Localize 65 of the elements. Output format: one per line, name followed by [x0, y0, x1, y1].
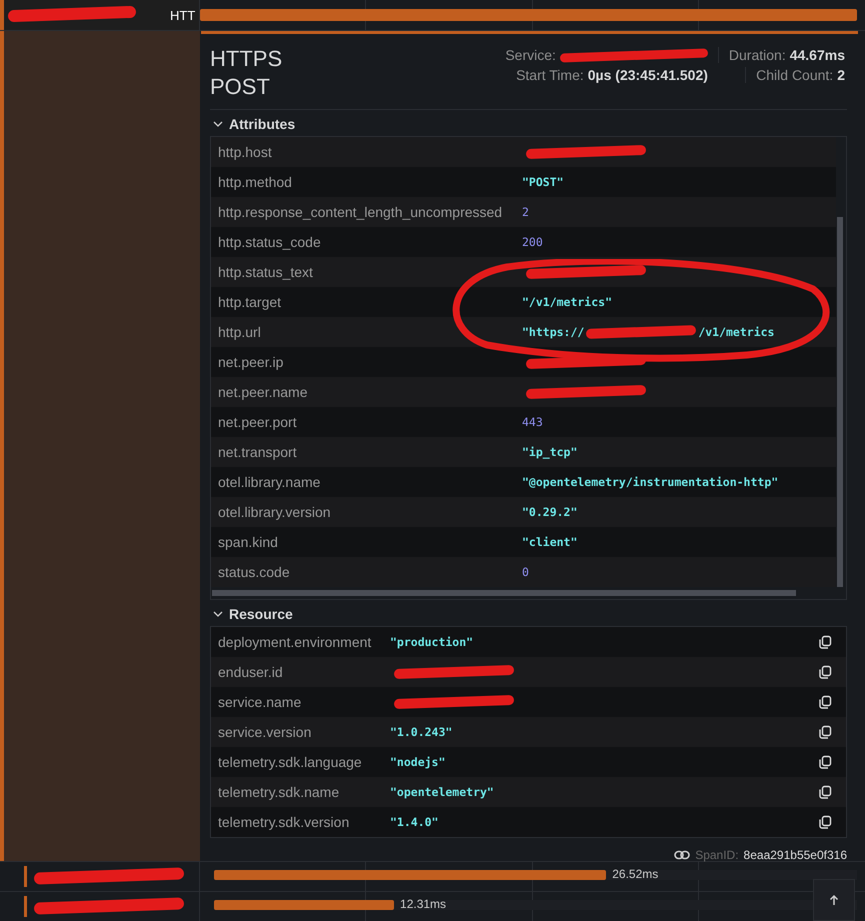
resource-key: telemetry.sdk.version: [211, 814, 390, 830]
copy-icon[interactable]: [818, 785, 832, 799]
span-name: HTT: [170, 8, 196, 22]
section-toggle[interactable]: Resource: [210, 600, 296, 626]
attribute-value: "@opentelemetry/instrumentation-http": [522, 475, 778, 489]
attribute-key: http.host: [211, 144, 522, 160]
resource-value: "nodejs": [390, 755, 446, 769]
copy-icon[interactable]: [818, 695, 832, 709]
attribute-value: "ip_tcp": [522, 445, 578, 459]
attribute-key: http.method: [211, 174, 522, 190]
copy-icon[interactable]: [818, 815, 832, 829]
attribute-key: http.target: [211, 294, 522, 310]
attribute-key: http.response_content_length_uncompressed: [211, 204, 522, 220]
resource-value: "1.4.0": [390, 815, 438, 829]
attribute-key: net.peer.ip: [211, 354, 522, 370]
attribute-value: /v1/metrics: [698, 325, 774, 339]
arrow-up-icon: [829, 894, 839, 906]
copy-icon[interactable]: [818, 725, 832, 739]
span-duration: 26.52ms: [612, 867, 658, 881]
resource-value: "1.0.243": [390, 725, 452, 739]
resource-key: telemetry.sdk.language: [211, 754, 390, 770]
copy-icon[interactable]: [818, 635, 832, 649]
resource-key: enduser.id: [211, 664, 390, 680]
link-icon: [674, 850, 690, 860]
attribute-value: "/v1/metrics": [522, 295, 612, 309]
attribute-key: otel.library.version: [211, 504, 522, 520]
attribute-value: 443: [522, 415, 543, 429]
attribute-key: http.status_code: [211, 234, 522, 250]
chevron-icon: [213, 119, 223, 129]
attribute-value: 0: [522, 565, 529, 579]
meta-value: 2: [837, 67, 845, 83]
resource-key: deployment.environment: [211, 634, 390, 650]
attribute-key: http.url: [211, 324, 522, 340]
resource-value: "production": [390, 635, 474, 649]
span-id-value: 8eaa291b55e0f316: [744, 848, 847, 862]
attribute-value: "https://: [522, 325, 584, 339]
attribute-key: net.peer.name: [211, 384, 522, 400]
resource-key: service.version: [211, 724, 390, 740]
chevron-icon: [213, 609, 223, 619]
meta-label: Duration:: [728, 47, 786, 63]
resource-value: "opentelemetry": [390, 785, 494, 799]
resource-key: telemetry.sdk.name: [211, 784, 390, 800]
span-id-label: SpanID:: [695, 848, 739, 862]
section-toggle[interactable]: Attributes: [210, 110, 298, 136]
attribute-value: "client": [522, 535, 578, 549]
attribute-value: 2: [522, 205, 529, 219]
copy-icon[interactable]: [818, 755, 832, 769]
attribute-value: "0.29.2": [522, 505, 578, 519]
meta-label: Start Time:: [516, 67, 584, 83]
meta-label: Service:: [505, 47, 556, 63]
copy-icon[interactable]: [818, 665, 832, 679]
meta-label: Child Count:: [756, 67, 834, 83]
attribute-value: 200: [522, 235, 543, 249]
attribute-key: http.status_text: [211, 264, 522, 280]
meta-value: 44.67ms: [790, 47, 845, 63]
attribute-key: net.transport: [211, 444, 522, 460]
attribute-value: "POST": [522, 175, 564, 189]
span-title: HTTPS POST: [210, 45, 284, 101]
attribute-key: net.peer.port: [211, 414, 522, 430]
attribute-key: otel.library.name: [211, 474, 522, 490]
meta-value: 0µs (23:45:41.502): [588, 67, 708, 83]
resource-key: service.name: [211, 694, 390, 710]
span-duration: 12.31ms: [400, 897, 446, 911]
attribute-key: status.code: [211, 564, 522, 580]
attribute-key: span.kind: [211, 534, 522, 550]
